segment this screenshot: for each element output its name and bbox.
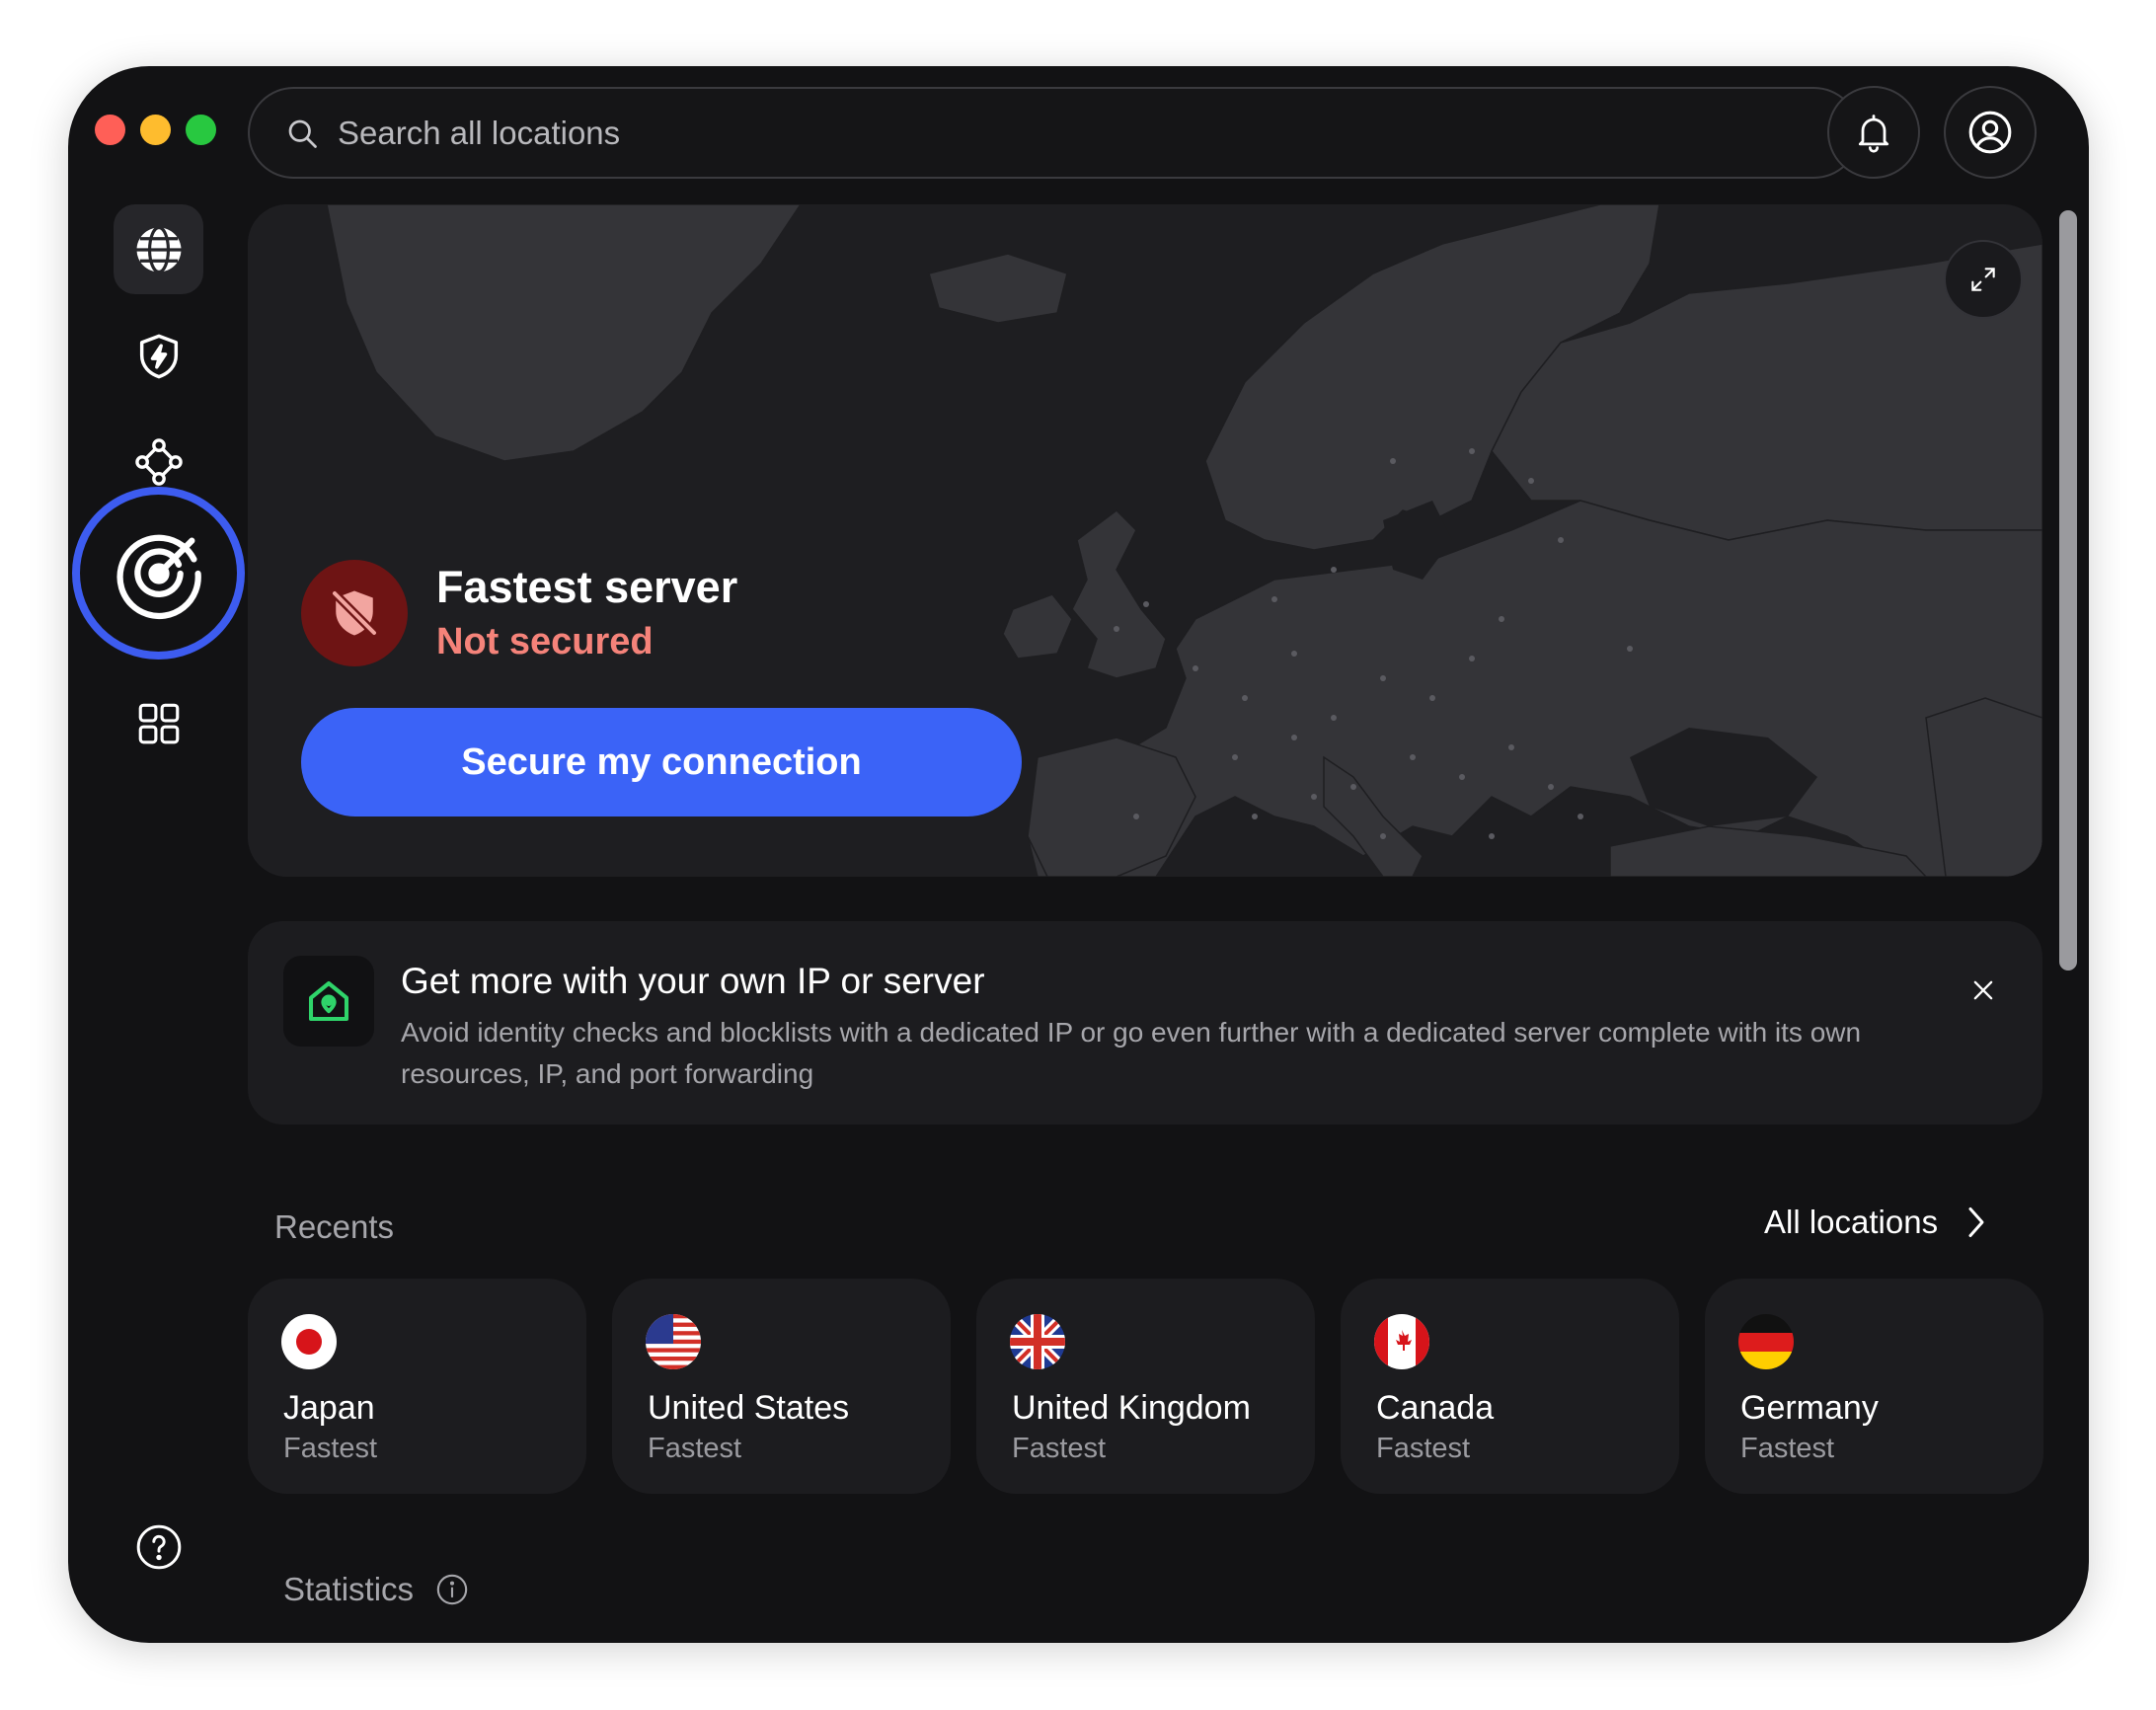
location-subtitle: Fastest [283,1433,378,1464]
home-pin-icon [308,980,349,1022]
location-name: United Kingdom [1012,1389,1251,1427]
promo-description: Avoid identity checks and blocklists wit… [401,1017,1862,1089]
dedicated-ip-promo-card[interactable]: Get more with your own IP or server Avoi… [248,921,2042,1125]
bell-icon [1858,115,1889,153]
promo-close-button[interactable] [1964,971,2003,1010]
promo-icon-container [283,956,374,1047]
statistics-heading: Statistics [283,1571,469,1608]
flag-germany-icon [1738,1314,1794,1369]
all-locations-link[interactable]: All locations [1764,1204,1989,1241]
close-icon [1973,980,1993,1000]
sidebar-item-dark-web-monitor[interactable] [72,487,245,660]
map-card: Fastest server Not secured Secure my con… [248,204,2042,877]
shield-bolt-icon [139,334,178,378]
help-button[interactable] [134,1522,184,1572]
location-name: Japan [283,1389,375,1427]
flag-canada-icon [1374,1314,1429,1369]
account-icon [1968,111,2012,154]
all-locations-label: All locations [1764,1204,1939,1240]
recent-location-card[interactable]: United Kingdom Fastest [976,1279,1315,1494]
main-scrollbar[interactable] [2056,210,2080,1622]
location-subtitle: Fastest [1376,1433,1471,1464]
location-name: Germany [1740,1389,1879,1427]
expand-icon [1971,268,1995,291]
window-zoom-button[interactable] [186,115,216,145]
radar-icon [116,534,201,619]
sidebar-item-more-apps[interactable] [114,678,203,768]
notifications-button[interactable] [1827,86,1920,179]
promo-title: Get more with your own IP or server [401,961,985,1001]
flag-united-states-icon [646,1314,701,1369]
recent-location-card[interactable]: Germany Fastest [1705,1279,2043,1494]
connection-status-text: Not secured [436,621,654,662]
shield-off-icon [330,588,379,638]
flag-united-kingdom-icon [1010,1314,1065,1369]
sidebar-item-threat-protection[interactable] [114,311,203,401]
server-title: Fastest server [436,562,738,612]
location-name: Canada [1376,1389,1495,1427]
search-input[interactable] [338,114,1720,152]
account-button[interactable] [1944,86,2037,179]
help-icon [136,1524,182,1570]
search-bar[interactable] [248,87,1860,179]
secure-connection-button[interactable]: Secure my connection [301,708,1022,816]
recent-location-card[interactable]: Japan Fastest [248,1279,586,1494]
flag-japan-icon [281,1314,337,1369]
location-subtitle: Fastest [1740,1433,1835,1464]
app-window: Fastest server Not secured Secure my con… [68,66,2089,1643]
window-close-button[interactable] [95,115,125,145]
search-icon [288,119,317,148]
statistics-label: Statistics [283,1571,415,1607]
window-minimize-button[interactable] [140,115,171,145]
recents-heading: Recents [274,1208,395,1245]
info-icon[interactable] [435,1573,469,1606]
connection-status-badge [301,560,408,666]
globe-icon [136,225,181,273]
location-subtitle: Fastest [648,1433,742,1464]
grid-icon [138,703,179,743]
scrollbar-thumb[interactable] [2059,210,2077,971]
sidebar-item-globe[interactable] [114,204,203,294]
chevron-right-icon [1968,1207,1984,1237]
location-subtitle: Fastest [1012,1433,1107,1464]
expand-map-button[interactable] [1944,240,2023,319]
recent-location-card[interactable]: United States Fastest [612,1279,951,1494]
recent-location-card[interactable]: Canada Fastest [1341,1279,1679,1494]
location-name: United States [648,1389,850,1427]
meshnet-icon [134,437,183,486]
